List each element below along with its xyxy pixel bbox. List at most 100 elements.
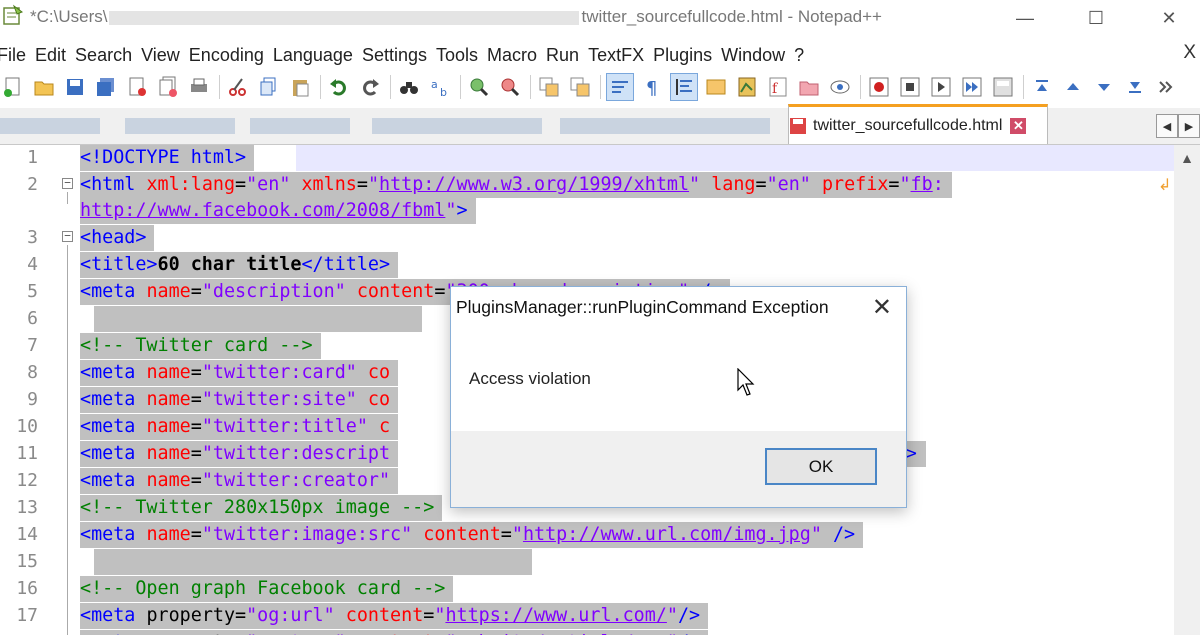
- record-icon: [869, 77, 889, 97]
- close-button[interactable]: ✕: [1146, 4, 1192, 32]
- folder-open-icon: [34, 81, 54, 96]
- vertical-scrollbar[interactable]: [1174, 145, 1200, 635]
- dialog-message: Access violation: [469, 369, 591, 388]
- function-list-button[interactable]: f: [765, 74, 791, 100]
- code-text: <meta name="twitter:image:src" content="…: [80, 522, 864, 548]
- menu-run[interactable]: Run: [546, 45, 579, 66]
- unsaved-file-icon: [790, 117, 806, 134]
- play-macro-button[interactable]: [928, 74, 954, 100]
- menu-view[interactable]: View: [141, 45, 180, 66]
- title-redacted-path: [109, 10, 580, 25]
- sort-up-button[interactable]: [1060, 74, 1086, 100]
- fold-toggle[interactable]: −: [62, 177, 73, 189]
- find-button[interactable]: [396, 74, 422, 100]
- menu-window[interactable]: Window: [721, 45, 785, 66]
- fold-toggle[interactable]: −: [62, 230, 73, 242]
- save-macro-button[interactable]: [990, 74, 1016, 100]
- monitoring-button[interactable]: [827, 74, 853, 100]
- zoom-in-button[interactable]: [466, 74, 492, 100]
- title-bar: *C:\Users\ twitter_sourcefullcode.html - …: [0, 0, 1200, 36]
- minimize-button[interactable]: —: [1002, 4, 1048, 32]
- replace-button[interactable]: ab: [427, 74, 453, 100]
- show-all-chars-button[interactable]: ¶: [639, 74, 665, 100]
- tab-close-icon[interactable]: ✕: [1010, 117, 1027, 134]
- code-line: 1 <!DOCTYPE html>: [0, 145, 1174, 171]
- save-all-button[interactable]: [93, 74, 119, 100]
- paste-button[interactable]: [287, 74, 313, 100]
- indent-guide-icon: [676, 79, 692, 95]
- run-macro-multiple-button[interactable]: [959, 74, 985, 100]
- stop-macro-button[interactable]: [897, 74, 923, 100]
- zoom-out-button[interactable]: [497, 74, 523, 100]
- menu-macro[interactable]: Macro: [487, 45, 537, 66]
- scissors-icon: [229, 78, 246, 96]
- code-text: <head>: [80, 225, 155, 251]
- dialog-close-button[interactable]: ✕: [872, 293, 892, 322]
- menu-language[interactable]: Language: [273, 45, 353, 66]
- close-all-button[interactable]: [155, 74, 181, 100]
- cut-button[interactable]: [225, 74, 251, 100]
- word-wrap-button[interactable]: [606, 73, 634, 101]
- redacted-tab[interactable]: [250, 118, 350, 134]
- toolbar-overflow-button[interactable]: [1153, 74, 1179, 100]
- redo-icon: [363, 79, 379, 96]
- toolbar-separator: [320, 75, 321, 99]
- ok-button[interactable]: OK: [765, 448, 877, 485]
- line-number: 14: [16, 524, 38, 545]
- sync-vertical-button[interactable]: [536, 74, 562, 100]
- record-macro-button[interactable]: [866, 74, 892, 100]
- svg-text:¶: ¶: [646, 78, 657, 98]
- new-file-icon: [4, 77, 20, 97]
- redacted-tab[interactable]: [0, 118, 100, 134]
- notepad-plus-plus-icon: [3, 4, 24, 25]
- fast-forward-icon: [962, 77, 982, 97]
- chevron-double-right-icon: [1159, 81, 1173, 93]
- menu-encoding[interactable]: Encoding: [189, 45, 264, 66]
- sort-top-button[interactable]: [1029, 74, 1055, 100]
- sort-bottom-button[interactable]: [1122, 74, 1148, 100]
- redo-button[interactable]: [357, 74, 383, 100]
- save-button[interactable]: [62, 74, 88, 100]
- maximize-button[interactable]: ☐: [1073, 4, 1119, 32]
- close-document-button[interactable]: X: [1183, 42, 1196, 64]
- user-language-button[interactable]: [703, 74, 729, 100]
- menu-tools[interactable]: Tools: [436, 45, 478, 66]
- menu-settings[interactable]: Settings: [362, 45, 427, 66]
- folder-icon: [799, 81, 819, 96]
- close-file-button[interactable]: [124, 74, 150, 100]
- code-text: <meta name="twitter:title" c: [80, 414, 399, 440]
- redacted-tab[interactable]: [125, 118, 235, 134]
- tab-scroll-left-button[interactable]: ◀: [1156, 114, 1178, 138]
- menu-help[interactable]: ?: [794, 45, 804, 66]
- sync-horizontal-icon: [570, 77, 590, 97]
- scroll-up-icon[interactable]: ▲: [1180, 150, 1194, 166]
- open-file-button[interactable]: [31, 74, 57, 100]
- line-number: 13: [16, 497, 38, 518]
- menu-file[interactable]: File: [0, 45, 26, 66]
- line-number: 2: [27, 174, 38, 195]
- menu-plugins[interactable]: Plugins: [653, 45, 712, 66]
- toolbar-separator: [1023, 75, 1024, 99]
- replace-icon: ab: [431, 78, 447, 98]
- redacted-tab[interactable]: [372, 118, 542, 134]
- zoom-in-icon: [470, 78, 489, 97]
- menu-search[interactable]: Search: [75, 45, 132, 66]
- copy-button[interactable]: [256, 74, 282, 100]
- menu-edit[interactable]: Edit: [35, 45, 66, 66]
- folder-workspace-button[interactable]: [796, 74, 822, 100]
- new-file-button[interactable]: [0, 74, 26, 100]
- indent-guide-button[interactable]: [670, 73, 698, 101]
- tab-scroll-right-button[interactable]: ▶: [1178, 114, 1200, 138]
- redacted-tab[interactable]: [560, 118, 770, 134]
- sync-horizontal-button[interactable]: [567, 74, 593, 100]
- tab-active-document[interactable]: twitter_sourcefullcode.html ✕: [788, 104, 1048, 144]
- doc-map-button[interactable]: [734, 74, 760, 100]
- arrow-bottom-icon: [1129, 82, 1141, 93]
- sort-down-button[interactable]: [1091, 74, 1117, 100]
- menu-textfx[interactable]: TextFX: [588, 45, 644, 66]
- selection-fragment: >: [906, 441, 926, 467]
- print-button[interactable]: [186, 74, 212, 100]
- binoculars-icon: [400, 82, 418, 94]
- toolbar-separator: [390, 75, 391, 99]
- undo-button[interactable]: [326, 74, 352, 100]
